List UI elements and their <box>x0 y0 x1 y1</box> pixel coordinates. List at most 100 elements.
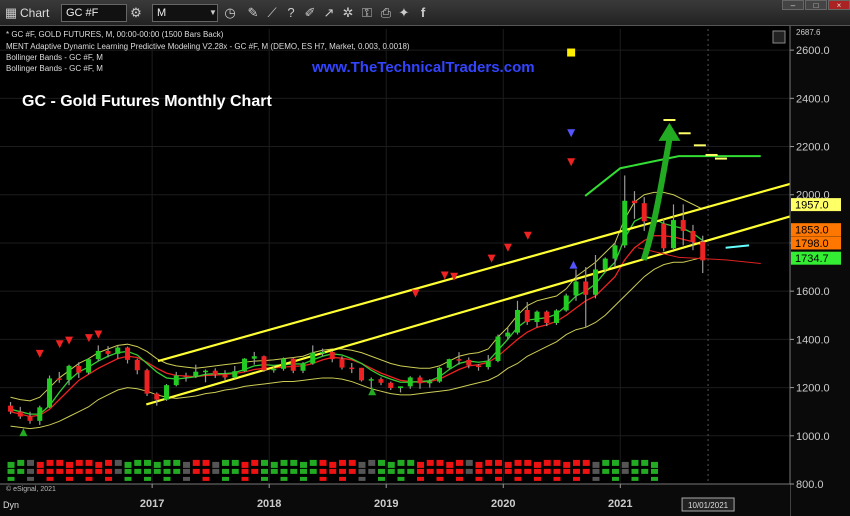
volume-block-bottom <box>7 476 15 481</box>
candle-up <box>310 352 316 364</box>
volume-block-top <box>212 461 220 468</box>
candle-up <box>164 385 170 400</box>
volume-block-top <box>27 459 35 466</box>
lock-icon[interactable]: ⚿ <box>359 5 375 21</box>
volume-block-top <box>416 461 424 468</box>
volume-block-top <box>241 461 249 468</box>
volume-block-mid <box>319 468 327 474</box>
legend-line-3: Bollinger Bands - GC #F, M <box>6 53 103 62</box>
volume-block-bottom <box>514 476 522 481</box>
volume-block-top <box>494 459 502 466</box>
volume-block-mid <box>553 468 561 474</box>
minimize-button[interactable]: – <box>782 0 804 10</box>
candle-down <box>417 377 423 384</box>
candle-down <box>583 281 589 295</box>
pencil-icon[interactable]: ✐ <box>302 5 318 21</box>
candle-down <box>349 367 355 370</box>
symbol-input[interactable]: GC #F <box>61 4 127 22</box>
price-tag-label: 1734.7 <box>795 253 829 265</box>
candle-down <box>329 351 335 360</box>
line-tool-icon[interactable]: ⟋ <box>264 5 280 21</box>
price-tag-label: 1957.0 <box>795 200 829 212</box>
copyright: © eSignal, 2021 <box>6 485 56 493</box>
chart: * GC #F, GOLD FUTURES, M, 00:00-00:00 (1… <box>0 26 850 516</box>
volume-block-bottom <box>339 476 347 481</box>
y-tick-label: 2600.0 <box>796 45 830 57</box>
volume-block-bottom <box>494 476 502 481</box>
top-marker <box>567 48 576 57</box>
volume-block-top <box>387 461 395 468</box>
candle-down <box>359 367 365 381</box>
volume-block-top <box>553 459 561 466</box>
volume-block-top <box>621 461 629 468</box>
volume-block-mid <box>475 468 483 474</box>
volume-block-top <box>592 461 600 468</box>
volume-block-bottom <box>475 476 483 481</box>
maximize-button[interactable]: □ <box>805 0 827 10</box>
volume-block-mid <box>446 468 454 474</box>
dropdown-icon[interactable]: ⚙ <box>128 5 144 21</box>
volume-block-top <box>251 459 259 466</box>
volume-block-mid <box>46 468 54 474</box>
question-icon[interactable]: ? <box>283 5 299 21</box>
volume-block-mid <box>290 468 298 474</box>
volume-block-top <box>163 459 171 466</box>
x-tick-label: 2018 <box>257 498 281 510</box>
candle-down <box>154 393 160 400</box>
volume-block-top <box>358 461 366 468</box>
volume-block-bottom <box>533 476 541 481</box>
candle-down <box>631 200 637 204</box>
volume-block-mid <box>650 468 658 474</box>
printer-icon[interactable]: ⎙ <box>378 5 394 21</box>
volume-block-top <box>290 459 298 466</box>
volume-block-bottom <box>436 476 444 481</box>
price-tag-label: 1798.0 <box>795 238 829 250</box>
interval-dropdown-icon[interactable]: ▼ <box>205 5 221 21</box>
volume-block-mid <box>358 468 366 474</box>
y-tick-label: 1200.0 <box>796 383 830 395</box>
candle-down <box>641 203 647 222</box>
volume-block-top <box>582 459 590 466</box>
candle-up <box>173 375 179 386</box>
volume-block-top <box>533 461 541 468</box>
volume-block-mid <box>134 468 142 474</box>
candle-down <box>339 359 345 368</box>
volume-block-mid <box>436 468 444 474</box>
close-button[interactable]: × <box>828 0 850 10</box>
expand-button[interactable] <box>772 30 786 44</box>
draw-icon[interactable]: ✎ <box>245 5 261 21</box>
volume-block-top <box>397 459 405 466</box>
settings-icon[interactable]: ✲ <box>340 5 356 21</box>
candle-down <box>475 365 481 368</box>
volume-block-mid <box>173 468 181 474</box>
volume-block-mid <box>339 468 347 474</box>
watermark: www.TheTechnicalTraders.com <box>311 59 535 76</box>
facebook-icon[interactable]: f <box>415 5 431 21</box>
volume-block-bottom <box>455 476 463 481</box>
volume-block-top <box>631 459 639 466</box>
clock-icon[interactable]: ◷ <box>222 5 238 21</box>
volume-block-top <box>368 459 376 466</box>
x-tick-label: 2021 <box>608 498 632 510</box>
volume-block-bottom <box>378 476 386 481</box>
volume-block-mid <box>202 468 210 474</box>
volume-block-bottom <box>222 476 230 481</box>
price-tag-label: 1853.0 <box>795 225 829 237</box>
volume-block-bottom <box>592 476 600 481</box>
volume-block-mid <box>66 468 74 474</box>
volume-block-top <box>309 459 317 466</box>
volume-block-top <box>202 459 210 466</box>
candle-up <box>86 359 92 373</box>
volume-block-mid <box>641 468 649 474</box>
volume-block-bottom <box>144 476 152 481</box>
candle-down <box>290 358 296 371</box>
y-tick-label: 1600.0 <box>796 286 830 298</box>
arrow-icon[interactable]: ↗ <box>321 5 337 21</box>
legend-line-4: Bollinger Bands - GC #F, M <box>6 64 103 73</box>
chart-icon[interactable]: ▦ <box>3 5 19 21</box>
volume-block-top <box>524 459 532 466</box>
volume-block-mid <box>455 468 463 474</box>
twitter-icon[interactable]: ✦ <box>396 5 412 21</box>
candle-up <box>203 370 209 373</box>
volume-block-top <box>611 459 619 466</box>
